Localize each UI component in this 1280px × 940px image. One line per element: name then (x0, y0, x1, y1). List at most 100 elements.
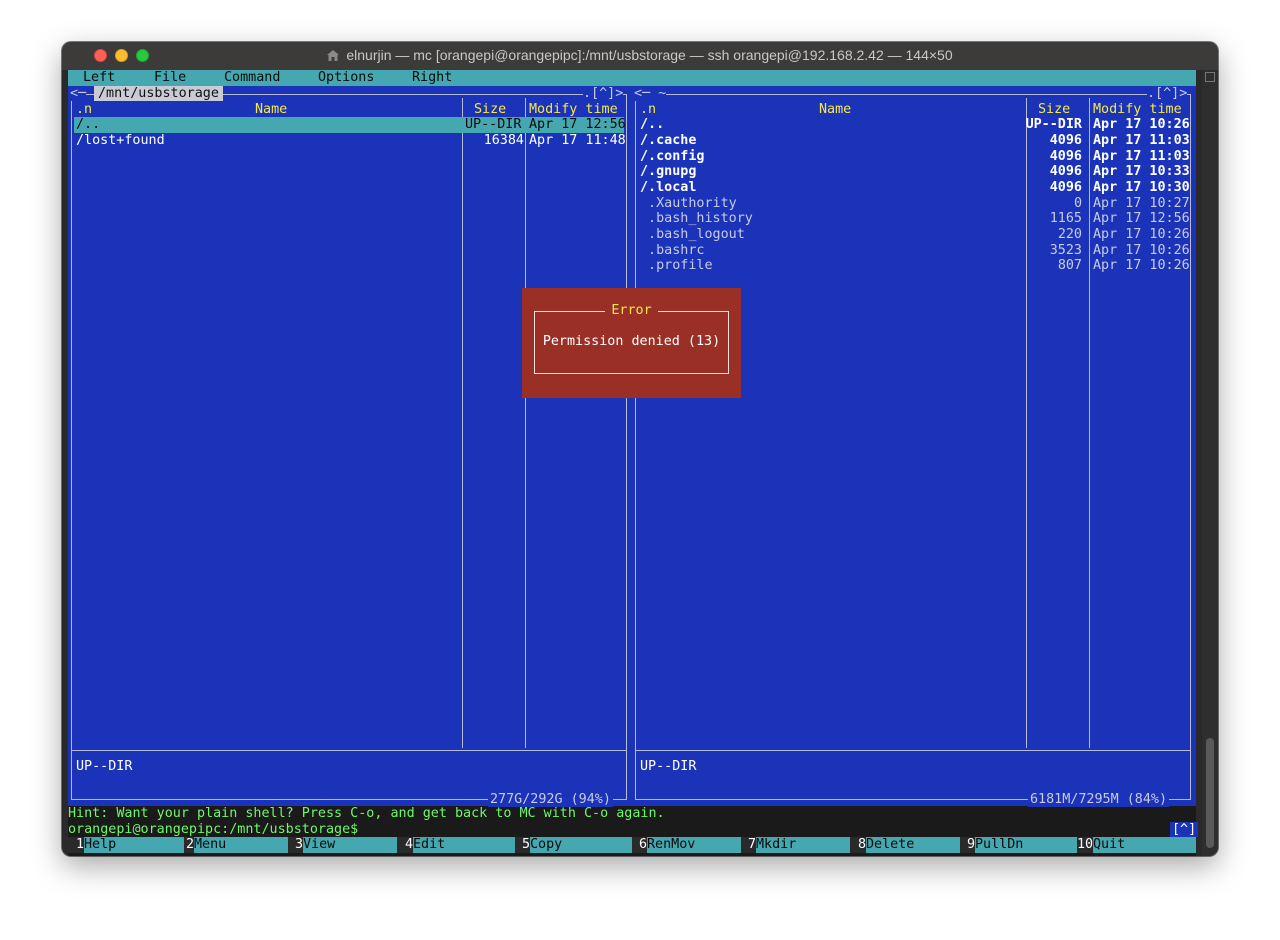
right-panel-indicator[interactable]: .[^]> (1147, 85, 1188, 102)
left-corner[interactable]: <─ (70, 85, 87, 102)
left-panel-indicator[interactable]: .[^]> (583, 85, 624, 102)
file-time: Apr 17 10:26 (1093, 258, 1190, 274)
fkey-label: Help (84, 837, 184, 854)
menu-options[interactable]: Options (318, 70, 374, 86)
right-header-time[interactable]: Modify time (1093, 102, 1182, 118)
fkey-label: Mkdir (756, 837, 850, 854)
scrollbar-menu-icon[interactable] (1205, 72, 1215, 82)
dialog-message: Permission denied (13) (542, 334, 721, 349)
fkey-number: 5 (522, 837, 531, 853)
file-name[interactable]: .bash_history (640, 211, 753, 227)
fkey-delete[interactable]: 8 Delete (858, 837, 960, 854)
title-bar[interactable]: elnurjin — mc [orangepi@orangepipc]:/mnt… (62, 42, 1218, 70)
terminal-window: elnurjin — mc [orangepi@orangepipc]:/mnt… (62, 42, 1218, 856)
file-name[interactable]: /lost+found (76, 133, 165, 149)
error-dialog[interactable]: Error Permission denied (13) (522, 288, 741, 398)
left-panel[interactable]: <─ /mnt/usbstorage .[^]> .n Name Size Mo… (68, 85, 632, 808)
file-time: Apr 17 12:56 (529, 117, 626, 133)
file-time: Apr 17 10:30 (1093, 179, 1190, 195)
fkey-label: Edit (413, 837, 515, 854)
fkey-view[interactable]: 3 View (295, 837, 397, 854)
right-header-size[interactable]: Size (1038, 102, 1070, 118)
right-panel[interactable]: <─ ~ .[^]> .n Name Size Modify time /.. U… (632, 85, 1196, 808)
fkey-label: Quit (1093, 837, 1196, 854)
fkey-number: 9 (967, 837, 976, 853)
file-name[interactable]: /.local (640, 180, 696, 196)
file-size: 220 (1057, 227, 1082, 243)
file-size: 4096 (1049, 179, 1082, 195)
file-time: Apr 17 11:03 (1093, 148, 1190, 164)
file-size: UP--DIR (465, 117, 522, 133)
fkey-label: Menu (194, 837, 288, 854)
file-size: 1165 (1049, 211, 1082, 227)
file-name[interactable]: .profile (640, 258, 713, 274)
function-key-bar: 1 Help 2 Menu 3 View 4 Edit 5 Copy 6 RenMov 7M… (68, 837, 1196, 854)
fkey-number: 2 (186, 837, 195, 853)
right-status: UP--DIR (640, 758, 697, 774)
file-time: Apr 17 10:26 (1093, 117, 1190, 133)
file-time: Apr 17 10:33 (1093, 164, 1190, 180)
right-header-n[interactable]: .n (640, 102, 656, 118)
file-time: Apr 17 10:26 (1093, 227, 1190, 243)
file-size: 4096 (1049, 148, 1082, 164)
fkey-mkdir[interactable]: 7 Mkdir (748, 837, 850, 854)
terminal-area[interactable]: Left File Command Options Right <─ /mnt/… (68, 70, 1199, 856)
file-name[interactable]: /.. (640, 117, 664, 133)
fkey-number: 7 (748, 837, 757, 853)
file-time: Apr 17 11:48 (529, 132, 626, 148)
file-name[interactable]: .bashrc (640, 243, 704, 259)
file-size: 0 (1073, 195, 1082, 211)
menu-left[interactable]: Left (83, 70, 115, 86)
file-size: UP--DIR (1025, 117, 1082, 133)
fkey-copy[interactable]: 5 Copy (522, 837, 632, 854)
right-disk-usage: 6181M/7295M (84%) (1028, 791, 1170, 808)
fkey-number: 6 (639, 837, 648, 853)
fkey-pulldn[interactable]: 9 PullDn (967, 837, 1077, 854)
file-time: Apr 17 12:56 (1093, 211, 1190, 227)
file-name[interactable]: /.gnupg (640, 164, 696, 180)
window-title-container: elnurjin — mc [orangepi@orangepipc]:/mnt… (62, 47, 1218, 63)
file-name[interactable]: .bash_logout (640, 227, 745, 243)
left-status: UP--DIR (76, 758, 133, 774)
fkey-menu[interactable]: 2 Menu (186, 837, 288, 854)
fkey-label: View (303, 837, 397, 854)
dialog-title: Error (605, 303, 658, 318)
fkey-renmov[interactable]: 6 RenMov (639, 837, 741, 854)
left-panel-path[interactable]: /mnt/usbstorage (94, 85, 223, 101)
fkey-number: 8 (858, 837, 867, 853)
fkey-number: 10 (1077, 837, 1094, 853)
left-header-time[interactable]: Modify time (529, 102, 618, 118)
left-header-size[interactable]: Size (474, 102, 506, 118)
right-panel-path[interactable]: <─ ~ (634, 85, 667, 102)
file-size: 807 (1057, 258, 1082, 274)
file-time: Apr 17 10:26 (1093, 242, 1190, 258)
fkey-quit[interactable]: 10 Quit (1077, 837, 1196, 854)
file-name[interactable]: /.config (640, 149, 705, 165)
left-header-name[interactable]: Name (255, 102, 287, 118)
fkey-help[interactable]: 1 Help (76, 837, 184, 854)
fkey-label: PullDn (975, 837, 1077, 854)
shell-prompt[interactable]: orangepi@orangepipc:/mnt/usbstorage$ (68, 822, 358, 838)
hint-line: Hint: Want your plain shell? Press C-o, … (68, 806, 665, 821)
file-name[interactable]: .Xauthority (640, 196, 737, 212)
file-size: 3523 (1049, 242, 1082, 258)
fkey-number: 1 (76, 837, 85, 853)
right-header-name[interactable]: Name (819, 102, 851, 118)
fkey-label: Copy (530, 837, 632, 854)
home-icon (327, 50, 340, 61)
fkey-number: 3 (295, 837, 304, 853)
file-name[interactable]: /.cache (640, 133, 696, 149)
mc-menu-bar: Left File Command Options Right (68, 70, 1196, 86)
vertical-scrollbar[interactable] (1202, 70, 1218, 856)
window-title: elnurjin — mc [orangepi@orangepipc]:/mnt… (346, 47, 953, 63)
menu-right[interactable]: Right (412, 70, 452, 86)
scrollbar-thumb[interactable] (1206, 738, 1214, 848)
fkey-edit[interactable]: 4 Edit (405, 837, 515, 854)
fkey-number: 4 (405, 837, 414, 853)
left-header-n[interactable]: .n (76, 102, 92, 118)
panel-toggle-button[interactable]: [^] (1170, 821, 1199, 837)
menu-file[interactable]: File (154, 70, 186, 86)
menu-command[interactable]: Command (224, 70, 280, 86)
file-size: 4096 (1049, 164, 1082, 180)
file-time: Apr 17 11:03 (1093, 132, 1190, 148)
